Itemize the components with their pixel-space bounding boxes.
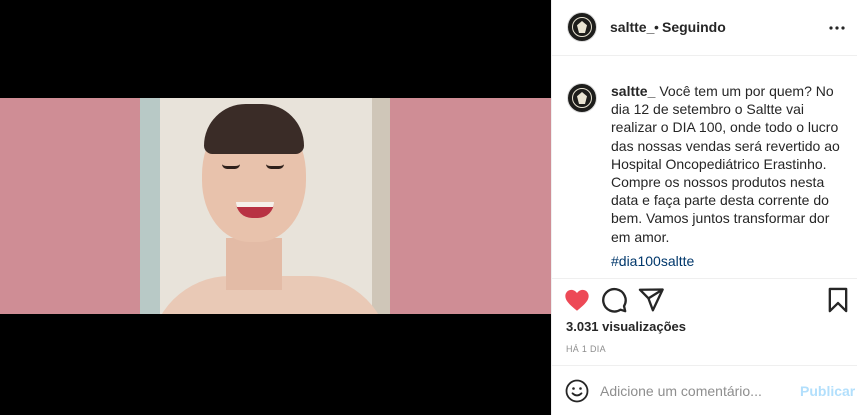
caption-text: Você tem um por quem? No dia 12 de setem… <box>611 83 840 245</box>
video-frame[interactable] <box>0 98 551 314</box>
video-person-eye-right <box>266 164 284 169</box>
header-separator: • <box>654 19 659 35</box>
comment-icon[interactable] <box>600 286 628 314</box>
avatar[interactable] <box>567 12 597 42</box>
video-person-neck <box>226 238 282 290</box>
share-icon[interactable] <box>637 286 665 314</box>
action-bar <box>552 280 857 320</box>
post-header: saltte_ • Seguindo <box>552 0 857 56</box>
post-media[interactable] <box>0 0 551 415</box>
comment-bar: Publicar <box>552 365 857 415</box>
post-timestamp[interactable]: HÁ 1 DIA <box>566 344 606 354</box>
comment-input[interactable] <box>600 379 785 403</box>
heart-filled-icon[interactable] <box>563 286 591 314</box>
caption-avatar[interactable] <box>567 83 597 113</box>
video-background-edge-right <box>372 98 390 314</box>
video-background-edge <box>140 98 160 314</box>
post-caption: saltte_ Você tem um por quem? No dia 12 d… <box>611 82 843 246</box>
caption-area: saltte_ Você tem um por quem? No dia 12 d… <box>552 57 857 279</box>
emoji-icon[interactable] <box>565 379 589 403</box>
publish-button[interactable]: Publicar <box>800 383 855 399</box>
follow-button[interactable]: Seguindo <box>662 19 726 35</box>
hashtag-link[interactable]: #dia100saltte <box>611 253 694 269</box>
header-username[interactable]: saltte_ <box>610 19 654 35</box>
bookmark-icon[interactable] <box>824 286 852 314</box>
caption-username[interactable]: saltte_ <box>611 83 655 99</box>
video-person-eye-left <box>222 164 240 169</box>
view-count[interactable]: 3.031 visualizações <box>566 319 686 334</box>
post-sidebar: saltte_ • Seguindo saltte_ Você tem um po… <box>551 0 857 415</box>
more-horizontal-icon[interactable] <box>828 20 846 36</box>
